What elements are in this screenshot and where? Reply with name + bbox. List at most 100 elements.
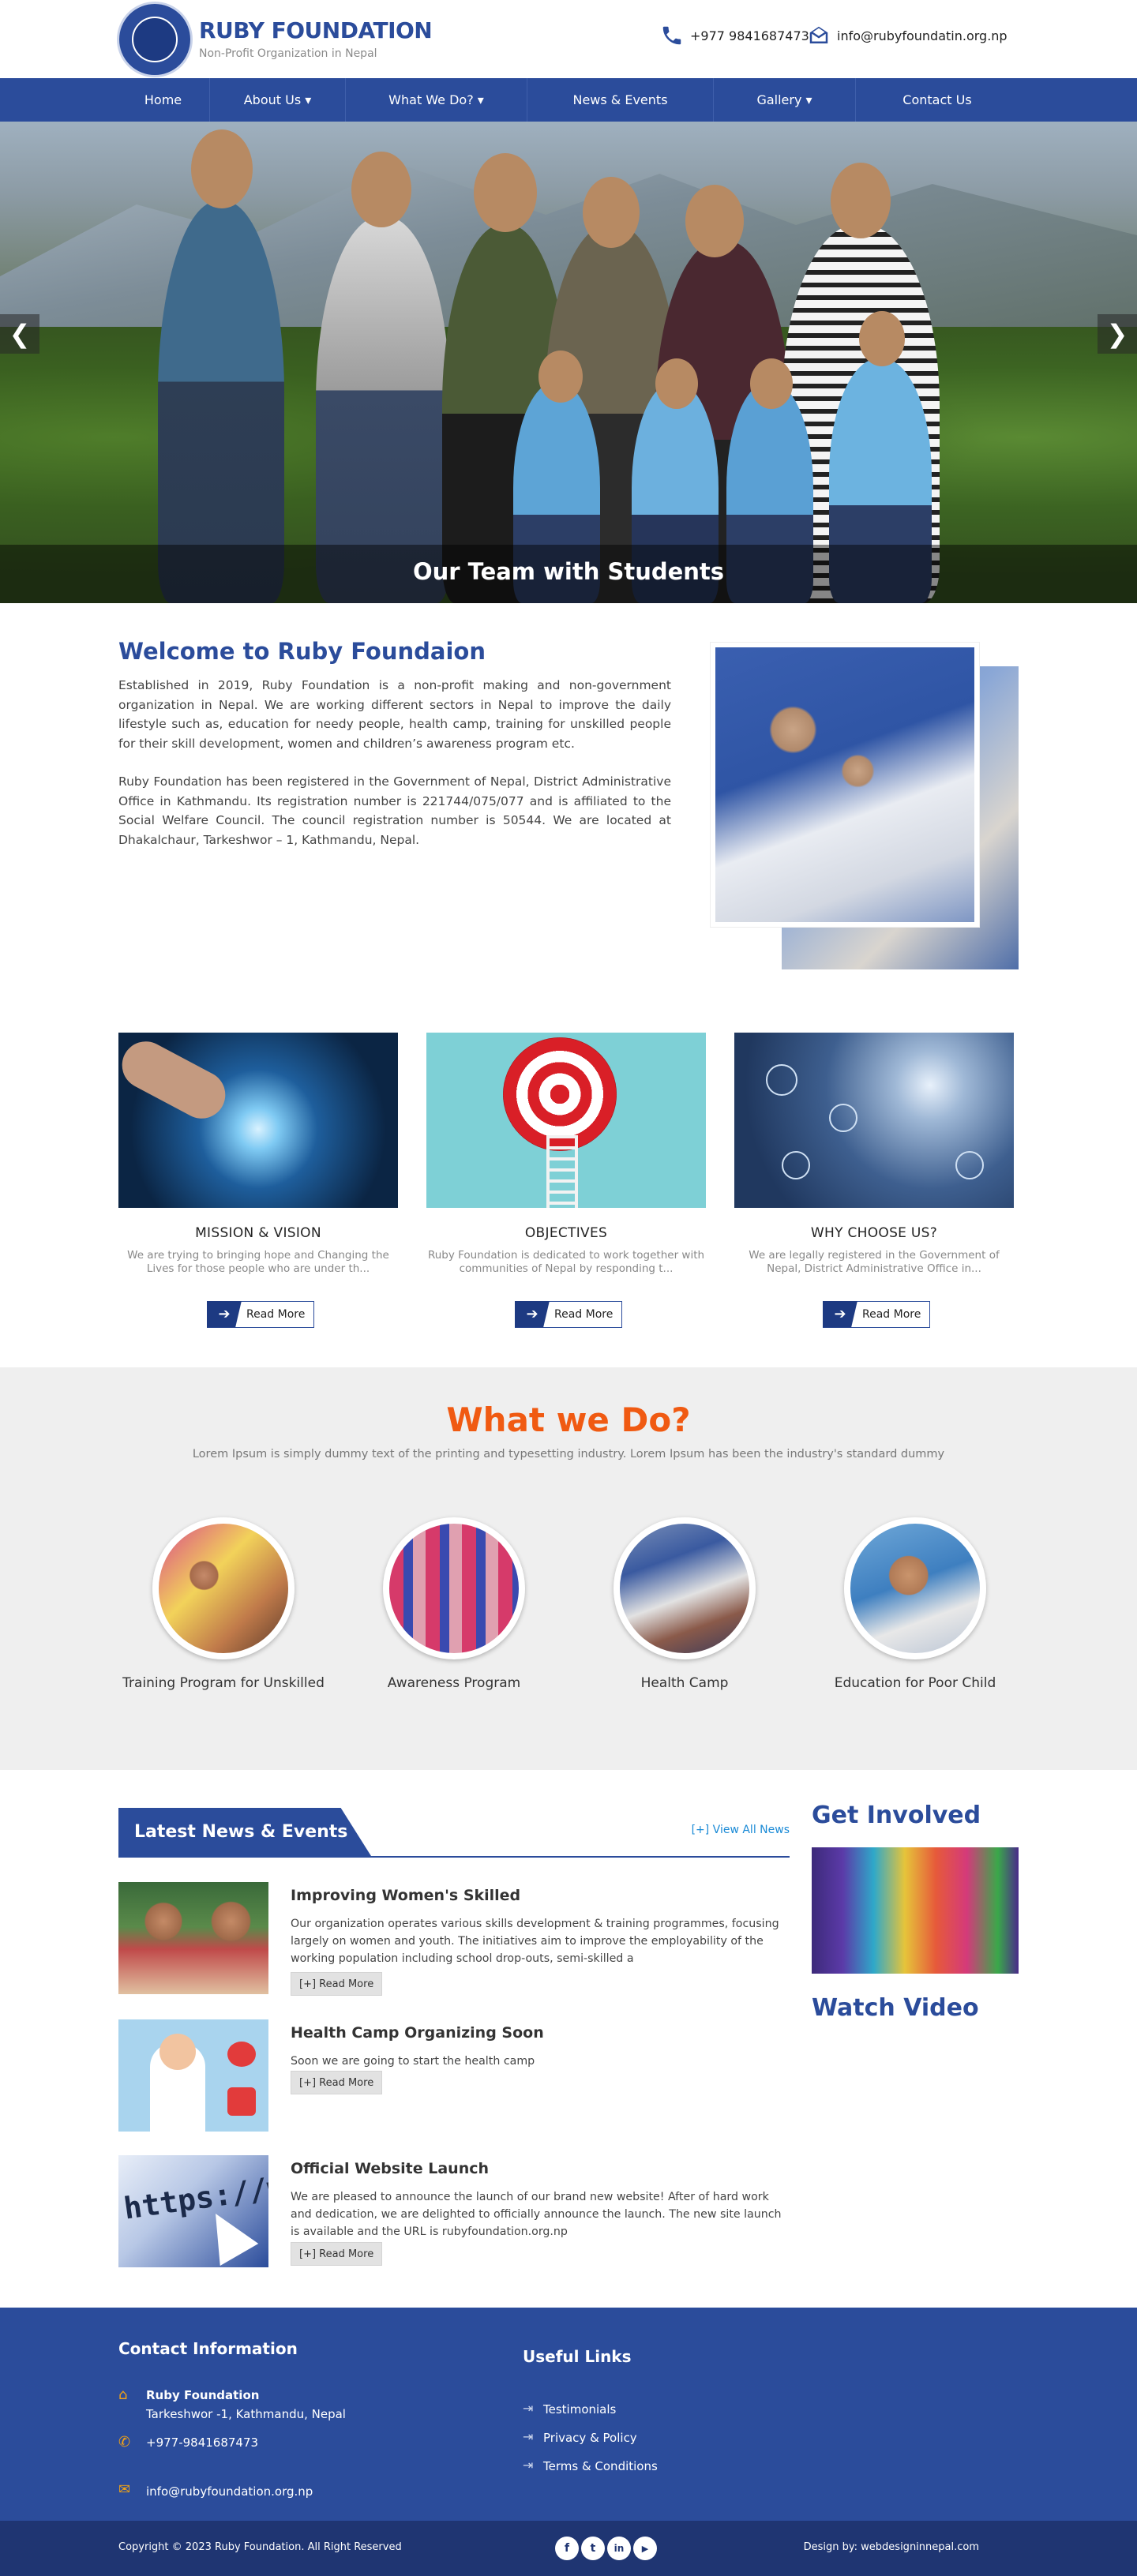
footer-link-terms[interactable]: Terms & Conditions xyxy=(543,2459,658,2473)
link-arrow-icon: ⇥ xyxy=(523,2429,534,2444)
read-more-label: Read More xyxy=(862,1308,921,1321)
hero-face xyxy=(583,177,640,248)
welcome-paragraph-2: Ruby Foundation has been registered in t… xyxy=(118,774,671,847)
main-nav: Home About Us ▾ What We Do? ▾ News & Eve… xyxy=(0,78,1137,122)
hero-face xyxy=(859,311,905,366)
news-read-more-button[interactable]: [+] Read More xyxy=(291,2242,383,2266)
arrow-right-icon: ➔ xyxy=(515,1300,550,1328)
hero-person xyxy=(158,201,284,603)
copyright-text: Copyright © 2023 Ruby Foundation. All Ri… xyxy=(118,2541,402,2553)
news-heading: Latest News & Events xyxy=(134,1822,348,1842)
nav-contact-us[interactable]: Contact Us xyxy=(856,78,1019,122)
designer-credit[interactable]: Design by: webdesigninnepal.com xyxy=(804,2541,979,2553)
card-objectives: OBJECTIVES Ruby Foundation is dedicated … xyxy=(426,1033,706,1328)
arrow-right-icon: ➔ xyxy=(207,1300,242,1328)
service-image xyxy=(614,1517,756,1659)
hero-face xyxy=(655,358,698,409)
read-more-label: Read More xyxy=(554,1308,614,1321)
what-we-do-subtitle: Lorem Ipsum is simply dummy text of the … xyxy=(192,1448,945,1460)
service-image xyxy=(152,1517,295,1659)
target-image[interactable] xyxy=(426,1033,706,1208)
logo-title[interactable]: RUBY FOUNDATION xyxy=(199,17,433,43)
news-thumbnail[interactable] xyxy=(118,2019,268,2132)
news-title[interactable]: Health Camp Organizing Soon xyxy=(291,2024,544,2042)
site-footer: Contact Information ⌂ Ruby Foundation Ta… xyxy=(0,2308,1137,2521)
hero-caption: Our Team with Students xyxy=(412,558,725,585)
card-title: MISSION & VISION xyxy=(195,1225,321,1241)
hero-slider: ❮ ❯ Our Team with Students xyxy=(0,122,1137,603)
nav-what-we-do[interactable]: What We Do? ▾ xyxy=(346,78,527,122)
slider-next-button[interactable]: ❯ xyxy=(1098,314,1137,354)
hero-face xyxy=(685,185,744,257)
header-phone[interactable]: +977 9841687473 xyxy=(660,24,809,47)
footer-phone[interactable]: +977-9841687473 xyxy=(146,2435,258,2450)
welcome-title: Welcome to Ruby Foundaion xyxy=(118,638,486,665)
nav-about-us[interactable]: About Us ▾ xyxy=(210,78,346,122)
news-title[interactable]: Improving Women's Skilled xyxy=(291,1887,520,1904)
card-mission-vision: MISSION & VISION We are trying to bringi… xyxy=(118,1033,398,1328)
news-thumbnail[interactable] xyxy=(118,1882,268,1994)
service-image xyxy=(844,1517,986,1659)
read-more-button[interactable]: ➔ Read More xyxy=(823,1300,930,1328)
card-why-choose-us: WHY CHOOSE US? We are legally registered… xyxy=(734,1033,1014,1328)
news-text: We are pleased to announce the launch of… xyxy=(291,2191,782,2238)
news-tab: Latest News & Events xyxy=(118,1808,371,1856)
network-image[interactable] xyxy=(734,1033,1014,1208)
phone-icon: ✆ xyxy=(118,2434,131,2450)
hero-face xyxy=(538,351,583,403)
news-read-more-button[interactable]: [+] Read More xyxy=(291,2071,383,2094)
arrow-right-icon: ➔ xyxy=(823,1300,857,1328)
phone-icon xyxy=(662,26,681,45)
card-title: OBJECTIVES xyxy=(524,1225,608,1241)
useful-links-heading: Useful Links xyxy=(523,2347,632,2366)
url-text: https://ww xyxy=(122,2166,268,2226)
home-icon: ⌂ xyxy=(118,2387,128,2403)
hero-face xyxy=(750,358,793,409)
linkedin-icon[interactable]: in xyxy=(607,2537,631,2560)
news-read-more-button[interactable]: [+] Read More xyxy=(291,1972,383,1996)
logo-icon[interactable] xyxy=(117,2,193,77)
slider-prev-button[interactable]: ❮ xyxy=(0,314,39,354)
nav-gallery[interactable]: Gallery ▾ xyxy=(714,78,856,122)
nav-home[interactable]: Home xyxy=(117,78,210,122)
footer-link-testimonials[interactable]: Testimonials xyxy=(543,2402,616,2417)
link-arrow-icon: ⇥ xyxy=(523,2401,534,2416)
card-title: WHY CHOOSE US? xyxy=(810,1225,938,1241)
news-text: Soon we are going to start the health ca… xyxy=(291,2055,535,2068)
puzzle-image[interactable] xyxy=(118,1033,398,1208)
card-description: Ruby Foundation is dedicated to work tog… xyxy=(427,1249,705,1275)
news-title[interactable]: Official Website Launch xyxy=(291,2160,489,2177)
hero-face xyxy=(831,163,891,238)
nav-news-events[interactable]: News & Events xyxy=(527,78,714,122)
news-text: Our organization operates various skills… xyxy=(291,1918,779,1965)
logo-subtitle: Non-Profit Organization in Nepal xyxy=(199,47,377,60)
card-description: We are legally registered in the Governm… xyxy=(749,1249,1000,1275)
header-phone-text: +977 9841687473 xyxy=(690,28,809,43)
view-all-news-link[interactable]: [+] View All News xyxy=(692,1824,790,1836)
what-we-do-title: What we Do? xyxy=(446,1400,691,1439)
facebook-icon[interactable]: f xyxy=(555,2537,579,2560)
card-description: We are trying to bringing hope and Chang… xyxy=(127,1249,389,1275)
footer-bottom-bar: Copyright © 2023 Ruby Foundation. All Ri… xyxy=(0,2521,1137,2576)
hero-face xyxy=(474,153,537,232)
service-image xyxy=(383,1517,525,1659)
read-more-button[interactable]: ➔ Read More xyxy=(207,1300,314,1328)
page: RUBY FOUNDATION Non-Profit Organization … xyxy=(0,0,1137,2576)
site-header: RUBY FOUNDATION Non-Profit Organization … xyxy=(0,0,1137,78)
link-arrow-icon: ⇥ xyxy=(523,2458,534,2473)
footer-org-name: Ruby Foundation xyxy=(146,2388,260,2402)
read-more-label: Read More xyxy=(246,1308,306,1321)
twitter-icon[interactable]: t xyxy=(581,2537,605,2560)
header-email[interactable]: info@rubyfoundatin.org.np xyxy=(807,24,1008,47)
footer-email[interactable]: info@rubyfoundation.org.np xyxy=(146,2484,313,2499)
footer-link-privacy[interactable]: Privacy & Policy xyxy=(543,2431,637,2445)
hero-caption-bar: Our Team with Students xyxy=(0,545,1137,603)
welcome-paragraph-1: Established in 2019, Ruby Foundation is … xyxy=(118,678,671,751)
news-thumbnail[interactable]: https://ww xyxy=(118,2155,268,2267)
read-more-button[interactable]: ➔ Read More xyxy=(515,1300,622,1328)
email-icon xyxy=(809,26,828,43)
get-involved-title: Get Involved xyxy=(812,1802,981,1829)
get-involved-image[interactable] xyxy=(812,1847,1019,1974)
hero-face xyxy=(351,152,411,227)
youtube-icon[interactable]: ▶ xyxy=(633,2537,657,2560)
